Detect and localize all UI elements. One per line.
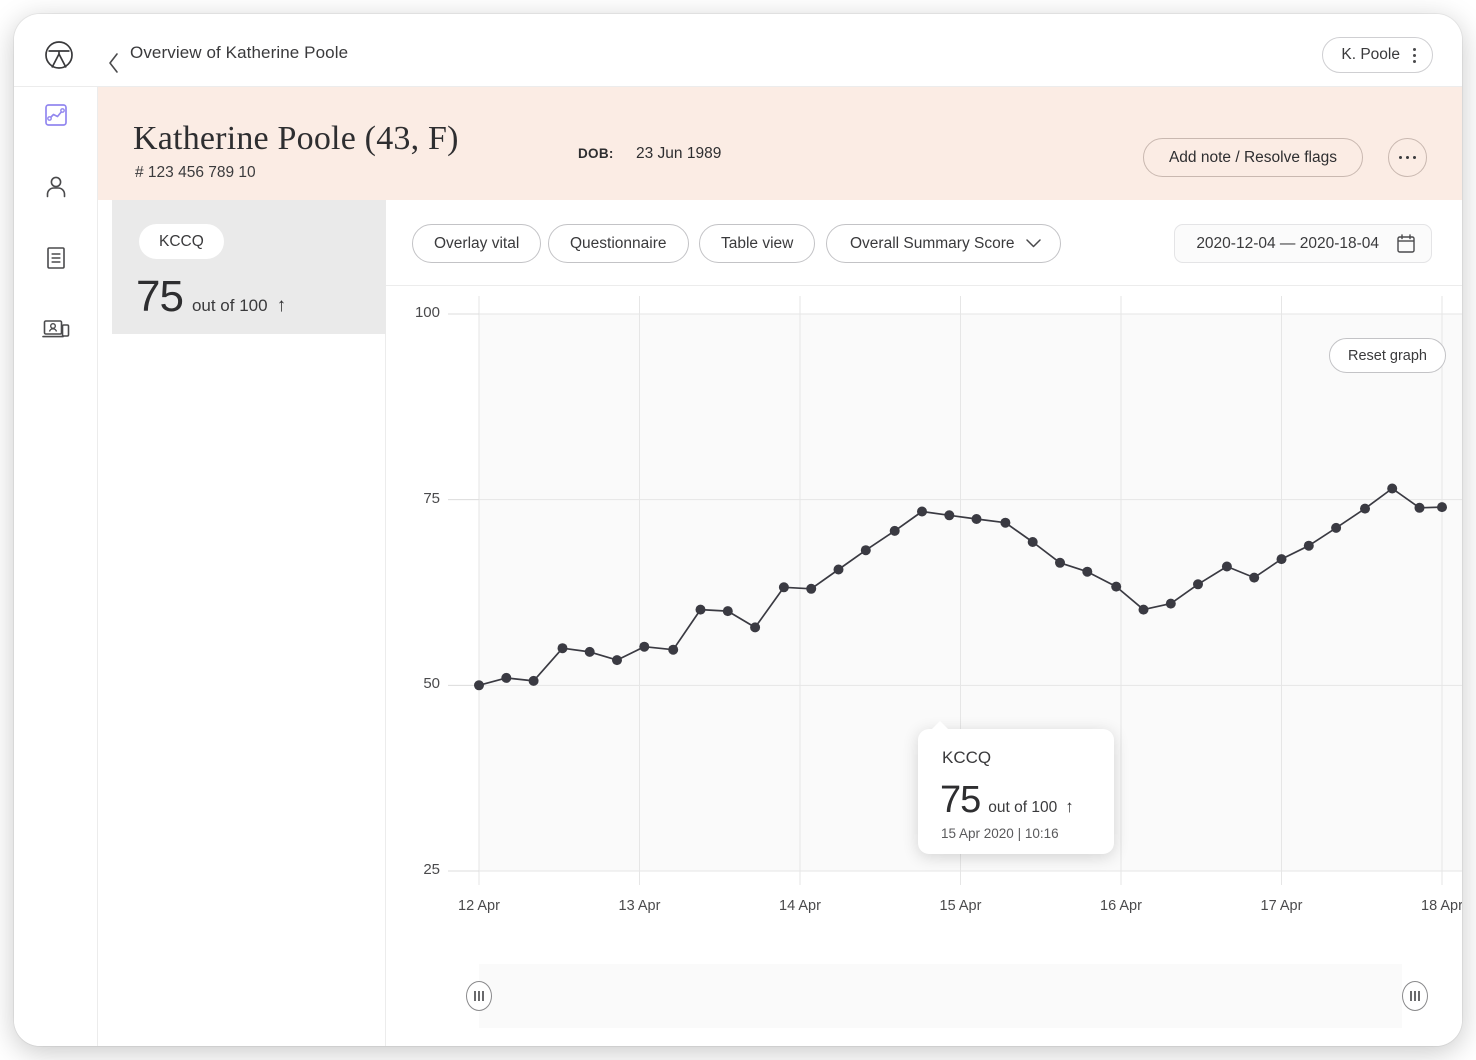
- sidebar-item-profile[interactable]: [40, 170, 72, 202]
- chart-data-point[interactable]: [1331, 522, 1342, 533]
- chart-data-point[interactable]: [1000, 517, 1011, 528]
- score-value: 75: [136, 272, 184, 321]
- score-card-kccq[interactable]: KCCQ 75 out of 100 ↑: [112, 200, 397, 334]
- calendar-icon: [1397, 234, 1415, 253]
- chart-area: Reset graph 25 50 75 100 12 Apr 13 Apr 1…: [386, 286, 1462, 1046]
- dob-value: 23 Jun 1989: [636, 145, 722, 162]
- overlay-vital-button[interactable]: Overlay vital: [412, 224, 542, 263]
- chart-data-point[interactable]: [778, 582, 789, 593]
- scrubber-right-handle[interactable]: [1402, 981, 1428, 1011]
- chart-data-point[interactable]: [750, 622, 761, 633]
- graph-toolbar: Overlay vital Questionnaire Table view O…: [386, 200, 1462, 286]
- chart-data-point[interactable]: [668, 644, 679, 655]
- chart-data-point[interactable]: [944, 510, 955, 521]
- chart-data-point[interactable]: [971, 514, 982, 524]
- range-scrubber[interactable]: [386, 952, 1462, 1032]
- chart-data-point[interactable]: [1387, 483, 1398, 494]
- chart-data-point[interactable]: [722, 606, 733, 617]
- y-axis-label: 50: [423, 675, 440, 693]
- chart-data-point[interactable]: [860, 545, 871, 556]
- x-axis-label: 12 Apr: [458, 898, 500, 914]
- back-chevron-icon[interactable]: [106, 52, 122, 74]
- chart-data-point[interactable]: [1360, 503, 1370, 514]
- tooltip-timestamp: 15 Apr 2020 | 10:16: [941, 826, 1059, 841]
- scrubber-track[interactable]: [479, 964, 1402, 1028]
- chart-data-point[interactable]: [557, 643, 568, 654]
- chart-data-point[interactable]: [1193, 579, 1203, 590]
- tooltip-value: 75: [940, 779, 981, 821]
- y-axis-label: 25: [423, 861, 440, 878]
- chart-data-point[interactable]: [1165, 598, 1176, 609]
- sidebar-rail: [14, 87, 98, 1046]
- chart-data-point[interactable]: [806, 583, 817, 594]
- tooltip-value-row: 75 out of 100 ↑: [940, 779, 1074, 822]
- chart-data-point[interactable]: [917, 506, 927, 517]
- date-range-picker[interactable]: 2020-12-04 — 2020-18-04: [1174, 224, 1432, 263]
- x-axis-label: 15 Apr: [939, 898, 982, 914]
- graph-panel: Overlay vital Questionnaire Table view O…: [386, 200, 1462, 1046]
- clinic-logo-icon: [44, 40, 74, 70]
- chart-data-point[interactable]: [501, 672, 512, 683]
- add-note-button[interactable]: Add note / Resolve flags: [1142, 138, 1363, 177]
- sidebar-item-notes[interactable]: [40, 242, 72, 274]
- banner-more-button[interactable]: [1388, 138, 1427, 177]
- chart-data-point[interactable]: [1414, 502, 1425, 513]
- chart-data-point[interactable]: [639, 641, 650, 652]
- score-chip-label: KCCQ: [139, 224, 224, 259]
- date-range-value: 2020-12-04 — 2020-18-04: [1196, 234, 1379, 252]
- x-axis-label: 16 Apr: [1100, 898, 1142, 914]
- breadcrumb: Overview of Katherine Poole: [130, 43, 349, 62]
- y-axis-label: 100: [414, 304, 440, 321]
- score-select-dropdown[interactable]: Overall Summary Score: [826, 224, 1061, 263]
- chart-data-point[interactable]: [889, 525, 900, 536]
- patient-id: # 123 456 789 10: [135, 164, 256, 181]
- chart-data-point[interactable]: [474, 680, 484, 691]
- chart-data-point[interactable]: [1276, 554, 1287, 565]
- reset-graph-button[interactable]: Reset graph: [1329, 338, 1446, 373]
- user-menu-button[interactable]: K. Poole: [1322, 37, 1433, 73]
- patient-banner: Katherine Poole (43, F) # 123 456 789 10…: [98, 87, 1462, 200]
- app-window: Overview of Katherine Poole K. Poole Kat…: [14, 14, 1462, 1046]
- chart-data-point[interactable]: [612, 655, 622, 666]
- chart-data-point[interactable]: [1138, 604, 1149, 615]
- trend-up-icon: ↑: [276, 295, 287, 316]
- x-axis-label: 17 Apr: [1260, 898, 1303, 914]
- questionnaire-button[interactable]: Questionnaire: [548, 224, 689, 263]
- chart-data-point[interactable]: [584, 646, 595, 657]
- chart-data-point[interactable]: [1027, 537, 1038, 547]
- sidebar-item-consultations[interactable]: [40, 313, 72, 345]
- chart-data-point[interactable]: [833, 564, 844, 575]
- sidebar-item-trends[interactable]: [40, 99, 72, 131]
- chart-data-point[interactable]: [1111, 581, 1122, 592]
- score-list: KCCQ 75 out of 100 ↑: [98, 200, 397, 1046]
- score-out-of: out of 100: [191, 296, 268, 315]
- chart-data-point[interactable]: [528, 675, 539, 686]
- chart-data-point[interactable]: [1082, 566, 1093, 577]
- chart-data-point[interactable]: [1437, 502, 1447, 513]
- scrubber-left-handle[interactable]: [466, 981, 492, 1011]
- chart-data-point[interactable]: [1303, 540, 1314, 551]
- x-axis-label: 14 Apr: [779, 898, 821, 914]
- chart-data-point[interactable]: [1249, 572, 1260, 583]
- chart-data-point[interactable]: [1055, 557, 1065, 568]
- data-point-tooltip: KCCQ 75 out of 100 ↑ 15 Apr 2020 | 10:16: [918, 721, 1114, 854]
- page-title: Katherine Poole (43, F): [133, 120, 459, 157]
- chart-data-point[interactable]: [1221, 561, 1232, 572]
- top-bar: Overview of Katherine Poole K. Poole: [14, 14, 1462, 87]
- kebab-menu-icon[interactable]: [1413, 47, 1416, 63]
- score-value-row: 75 out of 100 ↑: [136, 272, 286, 322]
- trend-up-icon: ↑: [1065, 797, 1074, 816]
- tooltip-out-of: out of 100: [988, 799, 1058, 816]
- chevron-down-icon: [1025, 239, 1041, 248]
- table-view-button[interactable]: Table view: [699, 224, 816, 263]
- dob-label: DOB:: [578, 146, 614, 161]
- x-axis-label: 18 Apr: [1421, 898, 1462, 914]
- user-name-label: K. Poole: [1341, 46, 1400, 63]
- chart-data-point[interactable]: [695, 604, 706, 615]
- tooltip-title: KCCQ: [942, 748, 992, 767]
- score-select-label: Overall Summary Score: [850, 234, 1015, 252]
- x-axis-label: 13 Apr: [618, 898, 661, 914]
- y-axis-label: 75: [423, 489, 440, 507]
